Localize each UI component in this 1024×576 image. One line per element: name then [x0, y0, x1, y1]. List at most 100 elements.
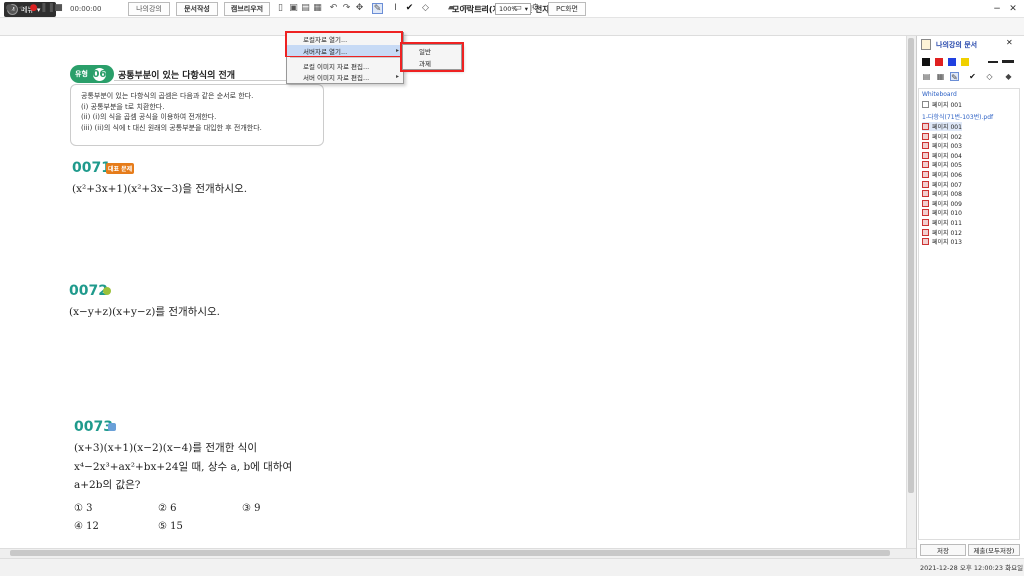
thin-line-icon[interactable] — [988, 61, 998, 63]
pdf-page-icon — [922, 190, 929, 198]
horizontal-scroll-thumb[interactable] — [10, 550, 890, 556]
undo-icon[interactable]: ↶ — [328, 3, 339, 14]
list-item-label: 페이지 007 — [932, 181, 962, 189]
summary-line: (ii) (i)의 식을 곱셈 공식을 이용하여 전개한다. — [81, 113, 217, 121]
pdf-page-icon — [922, 180, 929, 188]
grid-icon[interactable]: ▦ — [312, 3, 323, 14]
eraser-icon[interactable]: ◇ — [420, 3, 431, 14]
pdf-page-icon — [922, 151, 929, 159]
save-icon[interactable]: ▣ — [288, 3, 299, 14]
close-icon[interactable]: ✕ — [1006, 38, 1013, 47]
list-item-label: 페이지 002 — [932, 133, 962, 141]
menu-item-label: 서버 이미지 자료 편집... — [303, 73, 370, 82]
redo-icon[interactable]: ↷ — [341, 3, 352, 14]
list-item[interactable]: 페이지 009 — [922, 199, 962, 208]
submenu-item-general[interactable]: 일반 — [403, 45, 461, 56]
list-item[interactable]: 페이지 013 — [922, 237, 962, 246]
speaker-icon[interactable]: ◂ — [15, 3, 26, 14]
whiteboard-icon — [922, 101, 929, 108]
monitor-icon[interactable]: ▭ — [512, 3, 523, 14]
thick-line-icon[interactable] — [1002, 60, 1014, 63]
list-item-label: 페이지 003 — [932, 143, 962, 151]
list-item-label: 페이지 011 — [932, 220, 962, 227]
menu-item-open-local[interactable]: 로컬자료 열기... — [287, 33, 403, 44]
pause-icon[interactable]: ❚❚ — [40, 3, 55, 14]
color-blue-swatch[interactable] — [948, 58, 956, 66]
line-width-icon[interactable]: ≡ — [460, 3, 471, 14]
list-item-label: 페이지 004 — [932, 152, 962, 160]
menu-item-open-server[interactable]: 서버자료 열기... ▸ — [287, 45, 403, 56]
submit-all-button[interactable]: 제출(모두저장) — [968, 544, 1020, 556]
problem-text: (x²+3x+1)(x²+3x−3)을 전개하시오. — [72, 183, 248, 195]
campus-bridge-button[interactable]: 캠브리우저 — [224, 2, 270, 16]
stop-icon[interactable]: ■ — [53, 3, 64, 14]
problem-text: (x+3)(x+1)(x−2)(x−4)를 전개한 식이 — [74, 442, 258, 454]
list-item[interactable]: 페이지 003 — [922, 141, 962, 150]
document-icon — [921, 39, 931, 50]
pdf-page-icon — [922, 209, 929, 217]
answer-choice: ⑤ 15 — [158, 521, 183, 532]
close-icon[interactable]: ✕ — [1006, 3, 1020, 15]
list-group-pdf[interactable]: 1-다항식(71번-103번).pdf — [922, 112, 993, 121]
check-icon[interactable]: ✔ — [968, 72, 977, 81]
list-item[interactable]: 페이지 012 — [922, 228, 962, 237]
settings-icon[interactable]: ⚙ — [530, 3, 541, 14]
unit-label: 유형 — [75, 70, 88, 78]
problem-text: a+2b의 값은? — [74, 479, 141, 491]
submenu-item-assignment[interactable]: 과제 — [403, 57, 461, 68]
list-item-label: 페이지 001 — [932, 102, 962, 109]
problem-tag: 대표 문제 — [106, 163, 135, 174]
list-item[interactable]: 페이지 001 — [922, 100, 962, 109]
answer-choice: ④ 12 — [74, 521, 99, 532]
my-lecture-button[interactable]: 나의강의 — [128, 2, 170, 16]
pen-icon[interactable]: ✎ — [372, 3, 383, 14]
check-icon[interactable]: ✔ — [404, 3, 415, 14]
save-button[interactable]: 저장 — [920, 544, 966, 556]
list-item-label: 페이지 006 — [932, 172, 962, 179]
doc-write-button[interactable]: 문서작성 — [176, 2, 218, 16]
menu-item-edit-local-image[interactable]: 로컬 이미지 자료 편집... — [287, 60, 403, 71]
pc-screen-button[interactable]: PC화면 — [548, 2, 586, 16]
status-datetime: 2021-12-28 오후 12:00:23 화요일 — [920, 564, 1024, 572]
pen-icon[interactable]: ✎ — [950, 72, 959, 82]
color-black-swatch[interactable] — [922, 58, 930, 66]
summary-line: 공통부분이 있는 다항식의 곱셈은 다음과 같은 순서로 한다. — [81, 92, 254, 100]
unit-badge: 유형 06 — [70, 65, 114, 83]
panel-title: 나의강의 문서 — [936, 41, 978, 49]
record-icon[interactable]: ● — [28, 3, 39, 14]
list-item[interactable]: 페이지 007 — [922, 180, 962, 189]
color-red-swatch[interactable] — [935, 58, 943, 66]
list-group-whiteboard[interactable]: Whiteboard — [922, 90, 957, 99]
list-item[interactable]: 페이지 011 — [922, 218, 962, 227]
problem-text: x⁴−2x³+ax²+bx+24일 때, 상수 a, b에 대하여 — [74, 461, 293, 473]
chevron-right-icon: ▸ — [395, 47, 399, 54]
list-item[interactable]: 페이지 010 — [922, 208, 962, 217]
list-item-label: 페이지 012 — [932, 229, 962, 237]
status-bar — [0, 558, 1024, 576]
text-icon[interactable]: Ⅰ — [390, 3, 401, 14]
list-item[interactable]: 페이지 008 — [922, 189, 962, 198]
minimize-icon[interactable]: − — [990, 3, 1004, 15]
open-folder-icon[interactable]: ▤ — [300, 3, 311, 14]
eraser-icon[interactable]: ◇ — [985, 72, 994, 81]
grid-icon[interactable]: ▦ — [936, 72, 945, 81]
fit-page-icon[interactable]: ▭ — [478, 3, 489, 14]
color-icon[interactable]: ▰ — [446, 3, 457, 14]
new-doc-icon[interactable]: ▯ — [275, 3, 286, 14]
move-icon[interactable]: ✥ — [354, 3, 365, 14]
pdf-page-icon — [922, 123, 929, 130]
list-item[interactable]: 페이지 006 — [922, 170, 962, 179]
list-item[interactable]: 페이지 004 — [922, 151, 962, 160]
list-item[interactable]: 페이지 005 — [922, 160, 962, 169]
problem-text: (x−y+z)(x+y−z)를 전개하시오. — [69, 306, 220, 318]
vertical-scroll-thumb[interactable] — [908, 38, 914, 493]
folder-icon[interactable]: ▤ — [922, 72, 931, 81]
menu-item-edit-server-image[interactable]: 서버 이미지 자료 편집... ▸ — [287, 71, 403, 82]
list-item[interactable]: 페이지 001 — [922, 122, 962, 131]
mic-icon[interactable]: ● — [4, 3, 15, 14]
list-item[interactable]: 페이지 002 — [922, 132, 962, 141]
difficulty-icon — [108, 423, 116, 431]
clear-icon[interactable]: ◆ — [1004, 72, 1013, 81]
pdf-page-icon — [922, 142, 929, 150]
color-yellow-swatch[interactable] — [961, 58, 969, 66]
